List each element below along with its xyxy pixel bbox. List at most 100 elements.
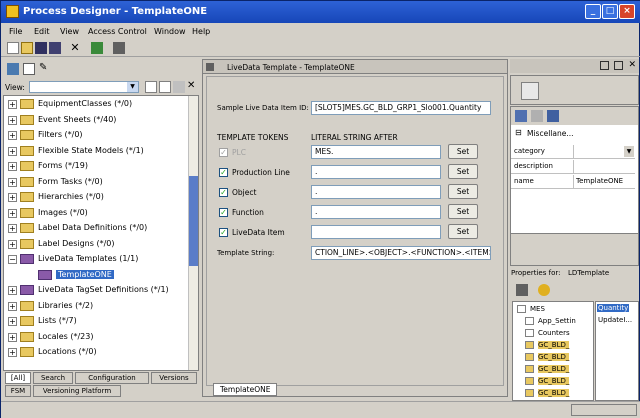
deploy-icon[interactable] [91,42,103,54]
set-button[interactable]: Set [448,184,478,199]
tab-versioning-platform[interactable]: Versioning Platform [33,385,121,397]
sample-id-field[interactable]: [SLOT5]MES.GC_BLD_GRP1_Slo001.Quantity [311,101,491,115]
folder-icon [525,341,534,349]
literal-string-field[interactable]: . [311,185,441,199]
tab-template-one[interactable]: TemplateONE [213,383,278,396]
token-checkbox[interactable]: ✓ [219,188,228,197]
save-icon[interactable] [35,42,47,54]
item-list-entry[interactable]: Quantity [597,304,630,312]
template-string-field[interactable]: CTION_LINE>.<OBJECT>.<FUNCTION>.<ITEM> [311,246,491,260]
tree-item-label: Images (*/0) [38,207,88,217]
sort-alpha-icon[interactable] [531,110,543,122]
literal-string-field[interactable]: . [311,205,441,219]
expand-icon[interactable]: − [8,255,17,264]
open-icon[interactable] [21,42,33,54]
gear-icon[interactable] [538,284,550,296]
expand-icon[interactable]: + [8,208,17,218]
remove-icon[interactable]: ✕ [187,81,199,93]
property-description [511,233,638,265]
close-icon[interactable]: ✕ [628,60,636,70]
folder-icon [20,316,34,326]
expand-icon[interactable]: + [8,286,17,295]
maximize-icon[interactable] [614,61,623,70]
collapse-icon[interactable]: ⊟ [515,128,522,137]
expand-icon[interactable]: + [8,317,17,326]
tab-versions[interactable]: Versions [151,372,197,384]
folder-icon [20,161,34,171]
refresh-icon[interactable] [7,63,19,75]
edit-icon[interactable]: ✎ [39,63,51,75]
expand-icon[interactable]: + [8,162,17,171]
properties-icon[interactable] [23,63,35,75]
folder-icon [20,331,34,342]
main-window: Process Designer - TemplateONE _ □ × Fil… [0,0,640,418]
menu-view[interactable]: View [60,27,79,36]
expand-icon[interactable]: + [8,332,17,342]
new-icon[interactable] [7,42,19,54]
menu-file[interactable]: File [9,27,22,36]
expand-icon[interactable]: + [8,115,17,125]
token-checkbox[interactable]: ✓ [219,228,228,237]
property-row[interactable]: category ▼ [511,145,635,159]
browse-icon[interactable] [516,284,528,296]
tree-scroll-thumb[interactable] [189,176,198,266]
token-checkbox[interactable]: ✓ [219,168,228,177]
maximize-button[interactable]: □ [602,4,618,19]
property-value[interactable]: TemplateONE [573,175,635,188]
restore-icon[interactable] [600,61,609,70]
tab-fsm[interactable]: FSM [5,385,31,397]
expand-icon[interactable]: + [8,224,17,233]
folder-icon [525,365,534,373]
object-icon [521,82,539,100]
properties-for-value: LDTemplate [568,269,610,277]
close-button[interactable]: × [619,4,635,19]
expand-icon[interactable]: + [8,146,17,156]
set-button[interactable]: Set [448,224,478,239]
tab-configuration[interactable]: Configuration [75,372,149,384]
right-header: ✕ [510,59,639,73]
chevron-down-icon[interactable]: ▼ [624,146,634,157]
menu-window[interactable]: Window [154,27,186,36]
expand-icon[interactable]: + [8,193,17,202]
tab-all[interactable]: [All] [5,372,31,384]
save-all-icon[interactable] [49,42,61,54]
view-select[interactable]: ▼ [29,81,139,93]
token-checkbox[interactable]: ✓ [219,148,228,157]
stop-icon[interactable] [113,42,125,54]
property-row[interactable]: description [511,160,635,174]
menu-help[interactable]: Help [192,27,210,36]
expand-icon[interactable]: + [8,131,17,140]
sort-category-icon[interactable] [515,110,527,122]
property-pages-icon[interactable] [547,110,559,122]
token-checkbox[interactable]: ✓ [219,208,228,217]
item-list-entry[interactable]: UpdateI... [597,316,633,324]
tree-item-label: Libraries (*/2) [38,300,94,310]
copy-icon[interactable] [159,81,171,93]
expand-icon[interactable]: + [8,348,17,357]
property-value[interactable] [573,160,635,173]
menu-edit[interactable]: Edit [34,27,50,36]
tab-search[interactable]: Search [33,372,73,384]
property-row[interactable]: name TemplateONE [511,175,635,189]
expand-icon[interactable]: + [8,100,17,109]
menu-access-control[interactable]: Access Control [88,27,147,36]
set-button[interactable]: Set [448,204,478,219]
tree-item-label: Lists (*/7) [38,316,77,325]
minimize-button[interactable]: _ [585,4,601,19]
delete-icon[interactable]: ✕ [69,42,81,54]
literal-string-field[interactable]: . [311,165,441,179]
tree-scrollbar[interactable] [188,96,198,370]
move-icon[interactable] [173,81,185,93]
token-label: Function [232,208,264,217]
add-icon[interactable] [145,81,157,93]
expand-icon[interactable]: + [8,239,17,249]
item-tree-label: GC_BLD_ [538,341,570,349]
literal-string-field[interactable]: MES. [311,145,441,159]
col-template-tokens: TEMPLATE TOKENS [217,133,289,142]
properties-for-row: Properties for: LDTemplate [510,267,639,279]
expand-icon[interactable]: + [8,301,17,311]
set-button[interactable]: Set [448,164,478,179]
set-button[interactable]: Set [448,144,478,159]
expand-icon[interactable]: + [8,177,17,187]
literal-string-field[interactable] [311,225,441,239]
